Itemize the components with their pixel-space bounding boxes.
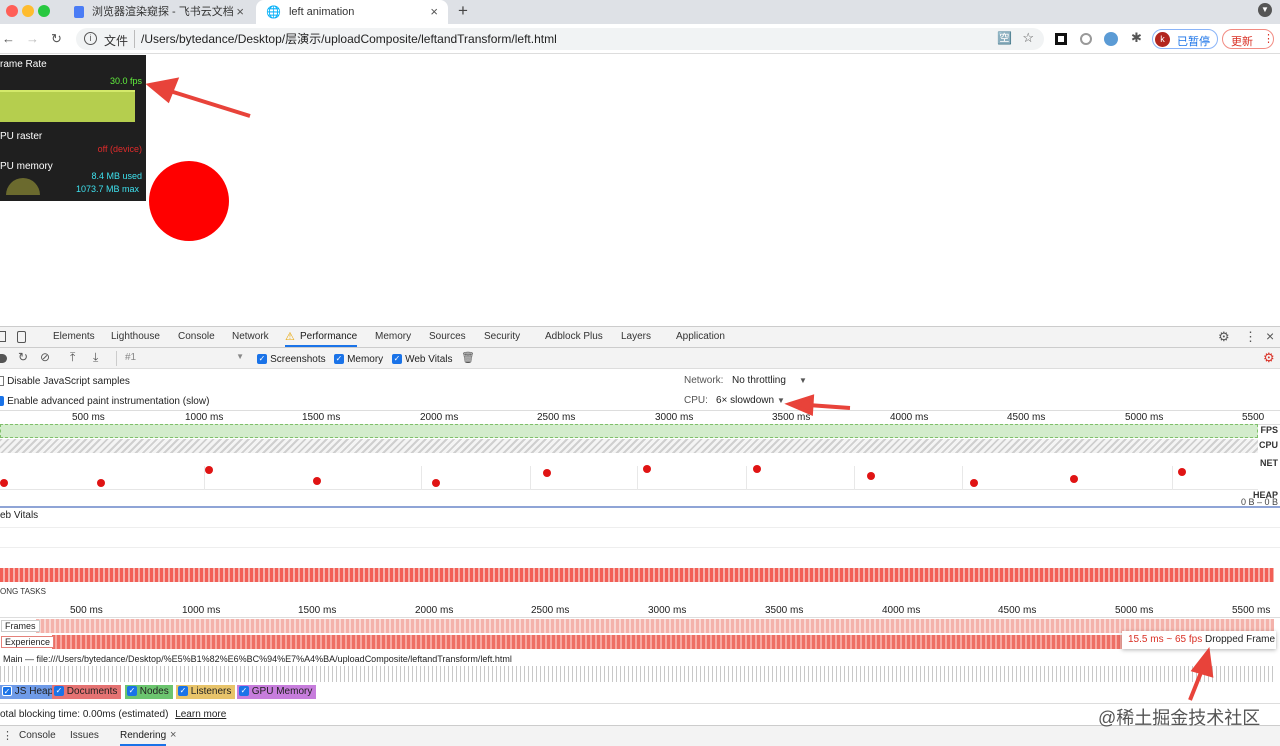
arrowhead bbox=[784, 394, 815, 416]
arrowhead bbox=[1190, 646, 1214, 678]
arrow-to-fps bbox=[169, 89, 251, 118]
arrowhead bbox=[145, 77, 180, 104]
watermark: @稀土掘金技术社区 bbox=[1098, 708, 1261, 728]
annotation-arrows bbox=[145, 77, 1214, 701]
